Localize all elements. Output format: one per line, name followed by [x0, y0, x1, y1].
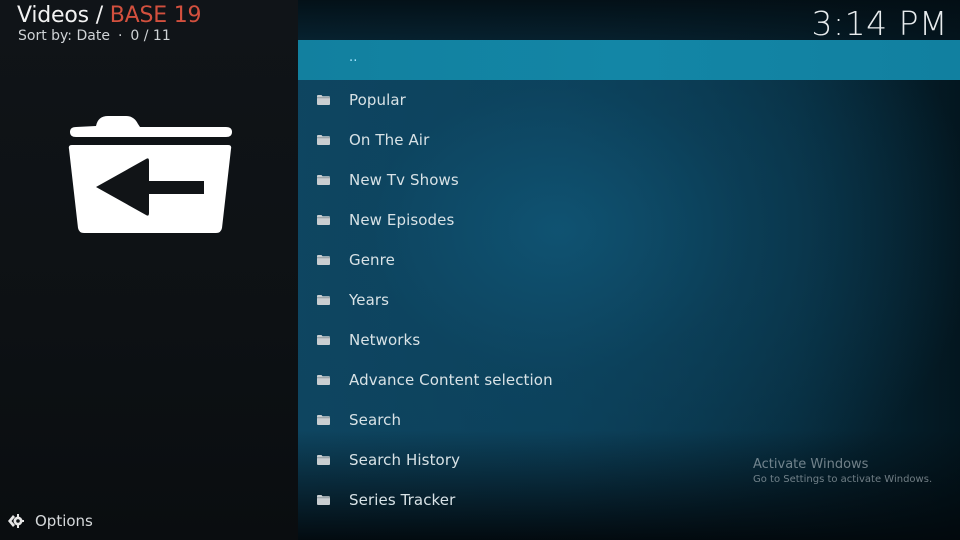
folder-icon	[317, 495, 330, 505]
folder-icon	[317, 255, 330, 265]
list-item-label: Years	[349, 291, 390, 309]
list-item-label: Series Tracker	[349, 491, 456, 509]
list-item-label: On The Air	[349, 131, 430, 149]
list-item-label: Search	[349, 411, 402, 429]
list-item-series-tracker[interactable]: Series Tracker	[298, 480, 960, 520]
kodi-screen: Videos / BASE 19 Sort by: Date · 0 / 11 Op…	[0, 0, 960, 540]
breadcrumb: Videos / BASE 19	[17, 3, 202, 28]
list-item-new-episodes[interactable]: New Episodes	[298, 200, 960, 240]
watermark-title: Activate Windows	[753, 457, 869, 472]
list-item-popular[interactable]: Popular	[298, 80, 960, 120]
list-item-label: Search History	[349, 451, 461, 469]
folder-back-icon	[68, 116, 232, 233]
list-item-on-the-air[interactable]: On The Air	[298, 120, 960, 160]
item-position: 0 / 11	[130, 28, 171, 44]
list-item-label: Popular	[349, 91, 406, 109]
watermark-subtitle: Go to Settings to activate Windows.	[753, 474, 933, 485]
options-label: Options	[35, 512, 93, 530]
list-item-label: Networks	[349, 331, 421, 349]
list-item-search[interactable]: Search	[298, 400, 960, 440]
list-item-years[interactable]: Years	[298, 280, 960, 320]
folder-icon	[317, 295, 330, 305]
list-item-advance-content-selection[interactable]: Advance Content selection	[298, 360, 960, 400]
list-item-genre[interactable]: Genre	[298, 240, 960, 280]
folder-icon	[317, 215, 330, 225]
list-item-networks[interactable]: Networks	[298, 320, 960, 360]
left-panel: Videos / BASE 19 Sort by: Date · 0 / 11 Op…	[0, 0, 298, 540]
sort-dot: ·	[117, 28, 123, 44]
activate-windows-watermark: Activate Windows Go to Settings to activ…	[753, 457, 932, 485]
options-button[interactable]: Options	[6, 510, 93, 532]
folder-icon	[317, 175, 330, 185]
list-item-label: Advance Content selection	[349, 371, 553, 389]
list-item-new-tv-shows[interactable]: New Tv Shows	[298, 160, 960, 200]
folder-icon	[317, 95, 330, 105]
list-item-label: Genre	[349, 251, 395, 269]
list-item-label: ..	[349, 50, 358, 65]
list-item-label: New Tv Shows	[349, 171, 459, 189]
breadcrumb-section: Videos	[17, 3, 89, 28]
clock: 3:14 PM	[811, 4, 948, 43]
list-item-label: New Episodes	[349, 211, 455, 229]
options-gear-icon	[8, 514, 24, 528]
folder-icon	[317, 455, 330, 465]
sort-info: Sort by: Date · 0 / 11	[18, 28, 171, 44]
list-item-parent[interactable]: ..	[298, 40, 960, 80]
folder-list: .. Popular On The Air New Tv Shows New E…	[298, 40, 960, 520]
breadcrumb-addon: BASE 19	[109, 3, 202, 28]
folder-icon	[317, 415, 330, 425]
folder-icon	[317, 335, 330, 345]
breadcrumb-separator: /	[88, 3, 110, 28]
folder-icon	[317, 375, 330, 385]
sort-label[interactable]: Sort by: Date	[18, 28, 110, 44]
folder-icon	[317, 135, 330, 145]
